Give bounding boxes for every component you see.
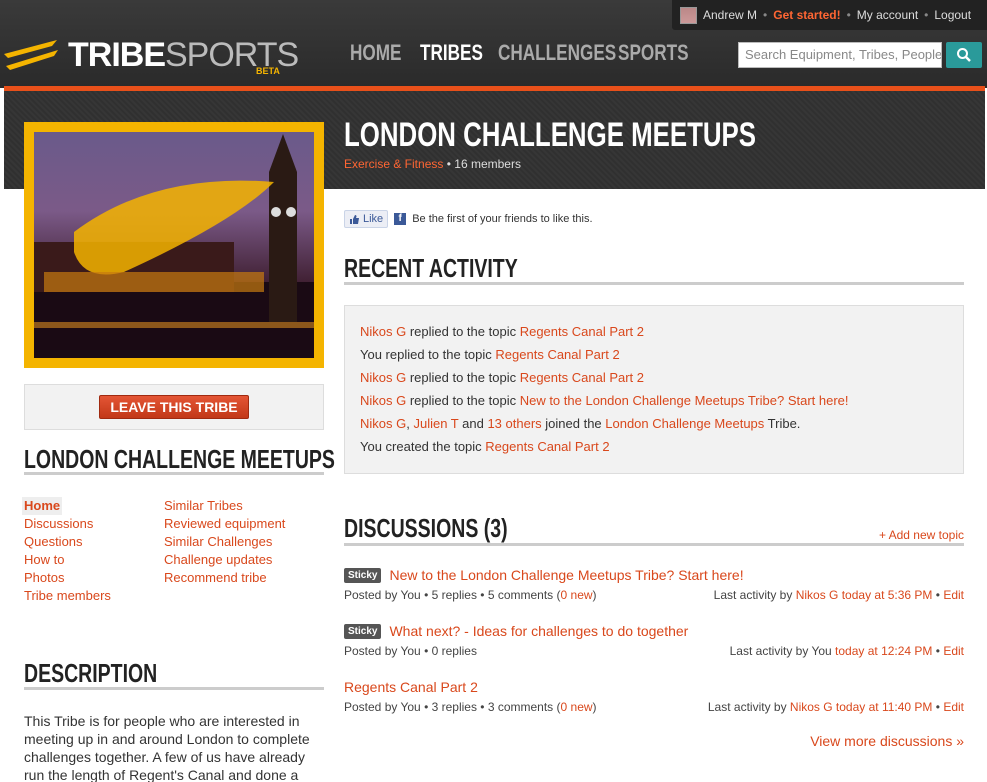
list-item: Nikos G replied to the topic Regents Can…: [360, 324, 644, 339]
category-link[interactable]: Exercise & Fitness: [344, 157, 443, 171]
description-text: This Tribe is for people who are interes…: [24, 713, 310, 782]
edit-link[interactable]: Edit: [943, 644, 964, 658]
nav-sports[interactable]: SPORTS: [618, 40, 689, 66]
discussion-title-link[interactable]: What next? - Ideas for challenges to do …: [389, 623, 688, 639]
nav-challenges[interactable]: CHALLENGES: [498, 40, 616, 66]
separator: •: [924, 8, 929, 22]
sidebar-item-home[interactable]: Home: [22, 497, 63, 515]
sidebar-item-similar-tribes[interactable]: Similar Tribes: [164, 497, 285, 515]
discussion-title-link[interactable]: New to the London Challenge Meetups Trib…: [389, 567, 743, 583]
separator: •: [846, 8, 851, 22]
edit-link[interactable]: Edit: [943, 588, 964, 602]
sidebar-links-left: Home Discussions Questions How to Photos…: [22, 497, 111, 605]
activity-list: Nikos G replied to the topic Regents Can…: [344, 305, 964, 474]
my-account-link[interactable]: My account: [857, 8, 918, 22]
user-link[interactable]: Julien T: [413, 416, 458, 431]
like-button[interactable]: Like: [344, 210, 389, 228]
list-item: Nikos G, Julien T and 13 others joined t…: [360, 416, 801, 431]
topic-link[interactable]: Regents Canal Part 2: [485, 439, 609, 454]
sidebar-item-discussions[interactable]: Discussions: [24, 515, 111, 533]
user-link[interactable]: Nikos G: [360, 370, 406, 385]
new-comments-link[interactable]: 0 new: [561, 588, 593, 602]
add-topic-link[interactable]: + Add new topic: [879, 528, 964, 542]
new-comments-link[interactable]: 0 new: [561, 700, 593, 714]
sidebar-item-photos[interactable]: Photos: [24, 569, 111, 587]
sticky-badge: Sticky: [344, 623, 382, 639]
others-link[interactable]: 13 others: [487, 416, 541, 431]
timestamp-link[interactable]: today at 5:36 PM: [838, 588, 933, 602]
tribe-link[interactable]: London Challenge Meetups: [605, 416, 764, 431]
list-item: You created the topic Regents Canal Part…: [360, 439, 610, 454]
search-input[interactable]: Search Equipment, Tribes, People: [738, 42, 942, 68]
list-item: You replied to the topic Regents Canal P…: [360, 347, 620, 362]
separator: •: [763, 8, 768, 22]
main-nav: HOME TRIBES CHALLENGES SPORTS: [350, 40, 698, 66]
site-header: Andrew M • Get started! • My account • L…: [0, 0, 987, 88]
tribe-meta: Exercise & Fitness • 16 members: [344, 157, 521, 171]
sidebar-item-challenge-updates[interactable]: Challenge updates: [164, 551, 285, 569]
site-logo[interactable]: TRIBESPORTS BETA: [2, 36, 299, 76]
topic-link[interactable]: New to the London Challenge Meetups Trib…: [520, 393, 849, 408]
discussion-title-link[interactable]: Regents Canal Part 2: [344, 679, 478, 695]
user-link[interactable]: Nikos G: [360, 416, 406, 431]
facebook-icon: f: [394, 213, 407, 225]
page-title: LONDON CHALLENGE MEETUPS: [344, 116, 757, 154]
user-link[interactable]: Nikos G: [360, 324, 406, 339]
divider: [344, 282, 964, 285]
topic-link[interactable]: Regents Canal Part 2: [520, 324, 644, 339]
tribe-photo: [34, 132, 314, 358]
search-button[interactable]: [946, 42, 982, 68]
member-count: 16 members: [454, 157, 521, 171]
beta-badge: BETA: [256, 66, 280, 76]
divider: [24, 687, 324, 690]
description-title: DESCRIPTION: [24, 658, 158, 688]
sidebar-title: LONDON CHALLENGE MEETUPS: [24, 444, 335, 474]
topic-link[interactable]: Regents Canal Part 2: [495, 347, 619, 362]
sidebar-item-reviewed-equipment[interactable]: Reviewed equipment: [164, 515, 285, 533]
discussion-item: Sticky What next? - Ideas for challenges…: [344, 623, 964, 658]
sidebar-item-tribe-members[interactable]: Tribe members: [24, 587, 111, 605]
user-link[interactable]: Nikos G: [360, 393, 406, 408]
list-item: Nikos G replied to the topic Regents Can…: [360, 370, 644, 385]
sidebar-item-questions[interactable]: Questions: [24, 533, 111, 551]
list-item: Nikos G replied to the topic New to the …: [360, 393, 849, 408]
user-link[interactable]: Nikos G: [796, 588, 839, 602]
user-link[interactable]: Nikos G: [790, 700, 833, 714]
discussion-item: Regents Canal Part 2 Posted by You • 3 r…: [344, 679, 964, 714]
facebook-like: Like f Be the first of your friends to l…: [344, 210, 593, 228]
logo-swoosh-icon: [4, 40, 58, 70]
leave-tribe-button[interactable]: LEAVE THIS TRIBE: [99, 395, 249, 419]
sidebar-item-recommend-tribe[interactable]: Recommend tribe: [164, 569, 285, 587]
tribe-photo-image: [34, 134, 314, 358]
view-more-discussions-link[interactable]: View more discussions »: [810, 733, 964, 749]
edit-link[interactable]: Edit: [943, 700, 964, 714]
logout-link[interactable]: Logout: [934, 8, 971, 22]
divider: [344, 543, 964, 546]
timestamp-link[interactable]: today at 11:40 PM: [833, 700, 933, 714]
user-bar: Andrew M • Get started! • My account • L…: [672, 0, 987, 30]
search-icon: [957, 48, 971, 62]
discussion-item: Sticky New to the London Challenge Meetu…: [344, 567, 964, 602]
divider: [24, 472, 324, 475]
sidebar-item-similar-challenges[interactable]: Similar Challenges: [164, 533, 285, 551]
sidebar-item-how-to[interactable]: How to: [24, 551, 111, 569]
sidebar-links-right: Similar Tribes Reviewed equipment Simila…: [164, 497, 285, 587]
facebook-like-text: Be the first of your friends to like thi…: [412, 213, 593, 225]
sticky-badge: Sticky: [344, 567, 382, 583]
discussions-title: DISCUSSIONS (3): [344, 513, 508, 543]
nav-tribes[interactable]: TRIBES: [420, 40, 483, 66]
thumbs-up-icon: [350, 214, 359, 224]
get-started-link[interactable]: Get started!: [773, 8, 840, 22]
nav-home[interactable]: HOME: [350, 40, 405, 66]
avatar[interactable]: [680, 6, 697, 24]
recent-activity-title: RECENT ACTIVITY: [344, 253, 518, 283]
topic-link[interactable]: Regents Canal Part 2: [520, 370, 644, 385]
timestamp-link[interactable]: today at 12:24 PM: [835, 644, 932, 658]
user-name-link[interactable]: Andrew M: [703, 8, 757, 22]
